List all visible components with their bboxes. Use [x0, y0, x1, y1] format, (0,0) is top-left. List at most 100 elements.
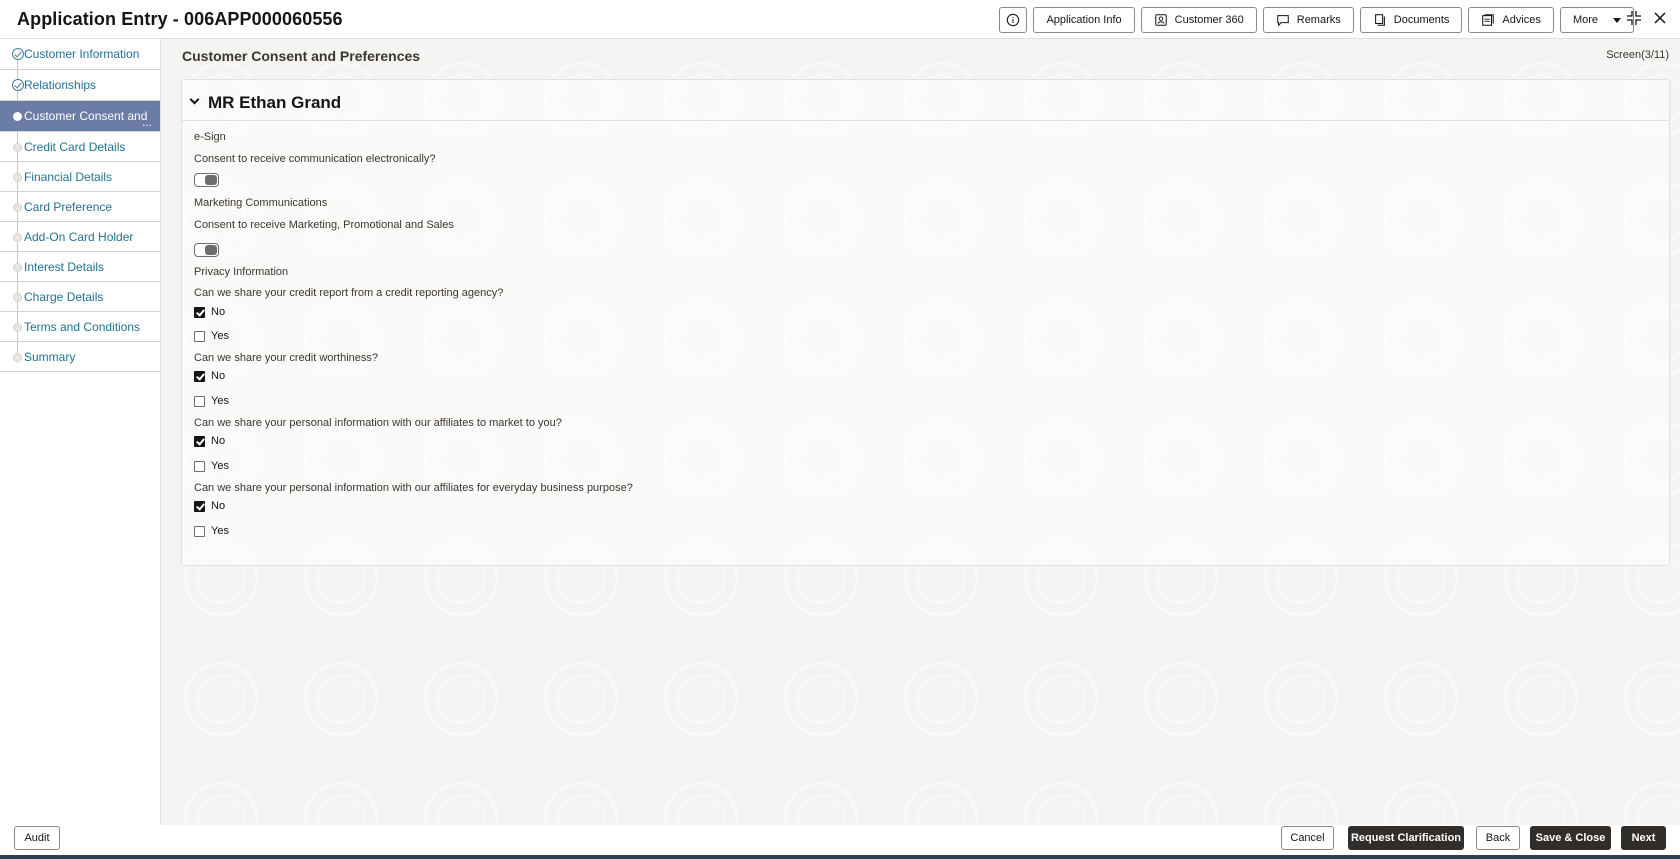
customer-name: MR Ethan Grand — [208, 93, 342, 112]
more-dropdown[interactable]: More — [1559, 7, 1634, 33]
privacy-q3-yes-option[interactable]: Yes — [194, 460, 229, 472]
caret-down-icon — [1613, 17, 1621, 23]
privacy-q1-no-option[interactable]: No — [194, 306, 225, 318]
option-label: No — [211, 306, 226, 318]
nav-item-customer-consent[interactable]: Customer Consent and ... — [0, 101, 160, 132]
checkbox-unchecked[interactable] — [194, 460, 205, 472]
documents-icon — [1374, 14, 1385, 26]
customer-panel: MR Ethan Grand e-Sign Consent to receive… — [181, 79, 1670, 566]
nav-item-label: Interest Details — [24, 259, 105, 274]
advices-icon — [1482, 14, 1495, 26]
documents-label: Documents — [1393, 14, 1450, 26]
privacy-q1-yes-option[interactable]: Yes — [194, 330, 229, 342]
check-circle-icon — [12, 48, 24, 60]
nav-item-label: Card Preference — [24, 199, 113, 214]
section-title: Customer Consent and Preferences — [182, 48, 421, 64]
main-content: Customer Consent and Preferences Screen(… — [161, 39, 1680, 825]
nav-item-terms-and-conditions[interactable]: Terms and Conditions — [0, 312, 160, 342]
toggle-knob — [205, 175, 217, 185]
nav-item-customer-information[interactable]: Customer Information — [0, 39, 160, 70]
step-dot — [13, 143, 22, 152]
privacy-q4-yes-option[interactable]: Yes — [194, 525, 229, 537]
privacy-q3-no-option[interactable]: No — [194, 435, 225, 447]
nav-item-label: Summary — [24, 349, 76, 364]
remarks-button[interactable]: Remarks — [1262, 7, 1354, 33]
current-step-dot — [13, 112, 22, 121]
esign-toggle[interactable] — [194, 173, 219, 187]
option-label: Yes — [211, 330, 229, 342]
privacy-q2-yes-option[interactable]: Yes — [194, 395, 229, 407]
customer-panel-header[interactable]: MR Ethan Grand — [182, 80, 1669, 121]
nav-item-add-on-card-holder[interactable]: Add-On Card Holder — [0, 222, 160, 252]
audit-button[interactable]: Audit — [14, 826, 60, 850]
nav-item-label: Charge Details — [24, 289, 104, 304]
option-label: No — [211, 500, 226, 512]
step-dot — [13, 353, 22, 362]
collapse-icon[interactable] — [1626, 10, 1642, 26]
save-close-button[interactable]: Save & Close — [1530, 826, 1611, 850]
privacy-section-label: Privacy Information — [194, 266, 289, 278]
close-icon[interactable] — [1652, 10, 1668, 26]
nav-item-label: Relationships — [24, 78, 97, 92]
checkbox-checked[interactable] — [194, 306, 205, 318]
checkbox-checked[interactable] — [194, 370, 205, 382]
window-controls — [1626, 10, 1668, 26]
screen-indicator: Screen(3/11) — [1606, 49, 1669, 61]
bottom-strip — [0, 855, 1680, 859]
request-clarification-button[interactable]: Request Clarification — [1348, 826, 1464, 850]
cancel-button[interactable]: Cancel — [1281, 826, 1334, 850]
more-label: More — [1572, 14, 1598, 26]
customer-360-button[interactable]: Customer 360 — [1140, 7, 1257, 33]
checkbox-checked[interactable] — [194, 500, 205, 512]
documents-button[interactable]: Documents — [1359, 7, 1463, 33]
checkbox-unchecked[interactable] — [194, 525, 205, 537]
privacy-q2-no-option[interactable]: No — [194, 370, 225, 382]
nav-item-label: Financial Details — [24, 169, 113, 184]
train-stop-nav: Customer Information Relationships Custo… — [0, 39, 161, 825]
next-button[interactable]: Next — [1621, 826, 1666, 850]
privacy-question-1: Can we share your credit report from a c… — [194, 287, 504, 299]
option-label: Yes — [211, 395, 229, 407]
header-toolbar: Application Info Customer 360 Remarks Do… — [999, 7, 1634, 33]
marketing-section-label: Marketing Communications — [194, 197, 328, 209]
chevron-down-icon[interactable] — [189, 94, 200, 105]
checkbox-unchecked[interactable] — [194, 395, 205, 407]
privacy-q4-no-option[interactable]: No — [194, 500, 225, 512]
advices-button[interactable]: Advices — [1468, 7, 1554, 33]
back-button[interactable]: Back — [1476, 826, 1520, 850]
step-dot — [13, 323, 22, 332]
option-label: Yes — [211, 460, 229, 472]
nav-item-label: Credit Card Details — [24, 139, 126, 154]
page-title: Application Entry - 006APP000060556 — [17, 9, 343, 29]
nav-item-label: Customer Information — [24, 47, 140, 61]
advices-label: Advices — [1502, 14, 1541, 26]
step-dot — [13, 233, 22, 242]
nav-item-financial-details[interactable]: Financial Details — [0, 162, 160, 192]
checkbox-unchecked[interactable] — [194, 330, 205, 342]
info-button[interactable] — [999, 7, 1028, 33]
nav-item-summary[interactable]: Summary — [0, 342, 160, 372]
user-card-icon — [1154, 14, 1167, 26]
application-info-label: Application Info — [1046, 14, 1122, 26]
checkbox-checked[interactable] — [194, 435, 205, 447]
privacy-question-2: Can we share your credit worthiness? — [194, 352, 379, 364]
application-info-button[interactable]: Application Info — [1033, 7, 1135, 33]
marketing-question: Consent to receive Marketing, Promotiona… — [194, 219, 454, 231]
nav-item-charge-details[interactable]: Charge Details — [0, 282, 160, 312]
nav-item-label: Customer Consent and — [24, 109, 148, 123]
privacy-question-3: Can we share your personal information w… — [194, 417, 562, 429]
nav-item-interest-details[interactable]: Interest Details — [0, 252, 160, 282]
app-header: Application Entry - 006APP000060556 Appl… — [0, 0, 1680, 39]
nav-item-card-preference[interactable]: Card Preference — [0, 192, 160, 222]
marketing-toggle[interactable] — [194, 243, 219, 257]
option-label: Yes — [211, 525, 229, 537]
option-label: No — [211, 370, 226, 382]
step-dot — [13, 293, 22, 302]
nav-item-relationships[interactable]: Relationships — [0, 70, 160, 101]
esign-section-label: e-Sign — [194, 131, 226, 143]
nav-item-label: Terms and Conditions — [24, 319, 141, 334]
toggle-knob — [205, 245, 217, 255]
step-dot — [13, 263, 22, 272]
nav-item-credit-card-details[interactable]: Credit Card Details — [0, 132, 160, 162]
remarks-label: Remarks — [1296, 14, 1341, 26]
